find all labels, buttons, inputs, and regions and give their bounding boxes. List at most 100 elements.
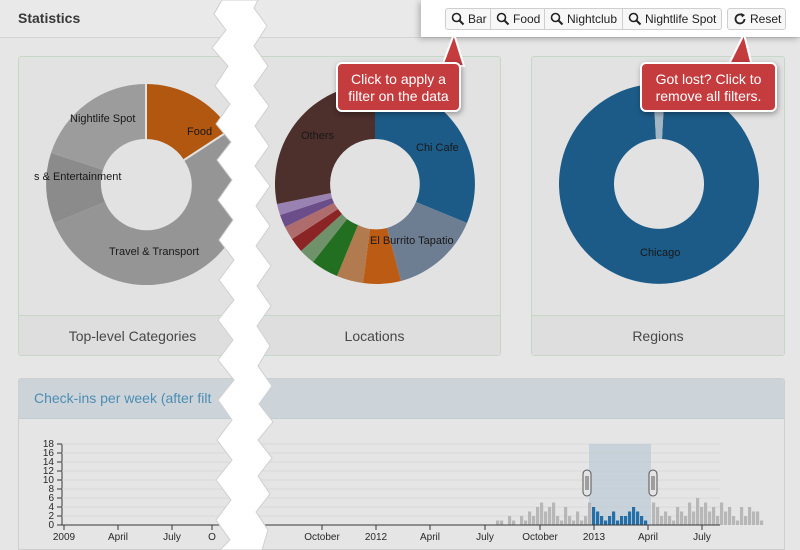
- week-bar: [556, 516, 560, 525]
- week-bar: [696, 498, 700, 525]
- page-title: Statistics: [18, 10, 81, 26]
- checkins-bar-chart[interactable]: 181614121086420 2009 April July O October 201…: [0, 420, 800, 550]
- week-bar: [508, 516, 512, 525]
- checkins-header: Check-ins per week (after filt: [19, 379, 784, 419]
- reset-button[interactable]: Reset: [727, 8, 786, 30]
- week-bar: [716, 516, 720, 525]
- slice-label-chicago: Chicago: [640, 247, 680, 259]
- week-bar: [536, 507, 540, 525]
- week-bar: [660, 516, 664, 525]
- week-bar: [496, 520, 500, 525]
- week-bar: [672, 520, 676, 525]
- week-bar: [636, 511, 640, 525]
- x-tick-label: April: [108, 532, 128, 543]
- week-bar: [744, 516, 748, 525]
- filter-nightclub-button[interactable]: Nightclub: [545, 8, 623, 30]
- slice-label-chi-cafe: Chi Cafe: [416, 142, 459, 154]
- brush-handle-right[interactable]: [648, 469, 658, 497]
- week-bar: [552, 502, 556, 525]
- reset-tooltip-line1: Got lost? Click to: [655, 71, 762, 87]
- week-bar: [668, 516, 672, 525]
- filter-nightclub-label: Nightclub: [567, 12, 618, 26]
- x-tick-label: 2009: [53, 532, 76, 543]
- slice-nightlife-spot[interactable]: [51, 84, 146, 170]
- slice-label-food: Food: [187, 126, 212, 138]
- week-bar: [564, 507, 568, 525]
- week-bar: [600, 516, 604, 525]
- filter-tooltip-line2: filter on the data: [348, 88, 449, 104]
- week-bar: [524, 520, 528, 525]
- week-bar: [572, 520, 576, 525]
- y-axis: 181614121086420: [43, 439, 63, 531]
- x-tick-label: O: [208, 532, 216, 543]
- week-bar: [752, 511, 756, 525]
- week-bar: [620, 516, 624, 525]
- week-bar: [652, 502, 656, 525]
- x-axis: 2009 April July O October 2012 April July Octobe…: [53, 525, 711, 543]
- week-bar: [712, 507, 716, 525]
- week-bar: [760, 520, 764, 525]
- week-bar: [680, 511, 684, 525]
- x-tick-label: October: [522, 532, 558, 543]
- filter-food-button[interactable]: Food: [491, 8, 545, 30]
- filter-nightlife-spot-button[interactable]: Nightlife Spot: [623, 8, 722, 30]
- search-icon: [550, 12, 564, 26]
- week-bar: [548, 507, 552, 525]
- week-bar: [692, 511, 696, 525]
- filter-tooltip: Click to apply a filter on the data: [336, 62, 461, 112]
- brush-handle-left[interactable]: [582, 469, 592, 497]
- week-bar: [584, 516, 588, 525]
- week-bar: [588, 502, 592, 525]
- week-bar: [580, 520, 584, 525]
- week-bar: [704, 502, 708, 525]
- categories-panel: Nightlife Spot Food s & Entertainment Tr…: [18, 56, 247, 356]
- search-icon: [628, 12, 642, 26]
- week-bar: [724, 511, 728, 525]
- week-bar: [540, 502, 544, 525]
- checkins-title: Check-ins per week (after filt: [34, 390, 212, 406]
- filter-bar-button[interactable]: Bar: [445, 8, 491, 30]
- search-icon: [496, 12, 510, 26]
- reset-label: Reset: [750, 12, 782, 26]
- week-bar: [624, 516, 628, 525]
- filter-bar-label: Bar: [468, 12, 487, 26]
- week-bar: [596, 511, 600, 525]
- week-bar: [740, 507, 744, 525]
- x-tick-label: July: [476, 532, 494, 543]
- week-bar: [608, 516, 612, 525]
- slice-label-burrito: El Burrito Tapatio: [370, 235, 454, 247]
- week-bar: [664, 511, 668, 525]
- week-bar: [544, 511, 548, 525]
- week-bar: [604, 520, 608, 525]
- week-bar: [560, 520, 564, 525]
- week-bar: [732, 516, 736, 525]
- x-tick-label: 2012: [365, 532, 388, 543]
- week-bar: [748, 507, 752, 525]
- search-icon: [451, 12, 465, 26]
- week-bar: [632, 507, 636, 525]
- x-tick-label: April: [638, 532, 658, 543]
- week-bar: [688, 502, 692, 525]
- week-bar: [592, 507, 596, 525]
- week-bar: [532, 516, 536, 525]
- week-bar: [568, 516, 572, 525]
- week-bar: [656, 507, 660, 525]
- week-bar: [728, 507, 732, 525]
- locations-label: Locations: [249, 315, 500, 355]
- reset-tooltip: Got lost? Click to remove all filters.: [640, 62, 777, 112]
- filter-nightlife-spot-label: Nightlife Spot: [645, 12, 717, 26]
- week-bar: [756, 511, 760, 525]
- week-bar: [676, 507, 680, 525]
- slice-label-entertainment: s & Entertainment: [34, 171, 121, 183]
- week-bar: [684, 516, 688, 525]
- reset-tooltip-line2: remove all filters.: [655, 88, 762, 104]
- week-bar: [720, 502, 724, 525]
- week-bar: [708, 511, 712, 525]
- week-bar: [528, 511, 532, 525]
- x-tick-label: July: [163, 532, 181, 543]
- refresh-icon: [734, 13, 746, 25]
- week-bar: [500, 520, 504, 525]
- week-bar: [576, 511, 580, 525]
- x-tick-label: 2013: [583, 532, 606, 543]
- slice-label-travel: Travel & Transport: [109, 246, 199, 258]
